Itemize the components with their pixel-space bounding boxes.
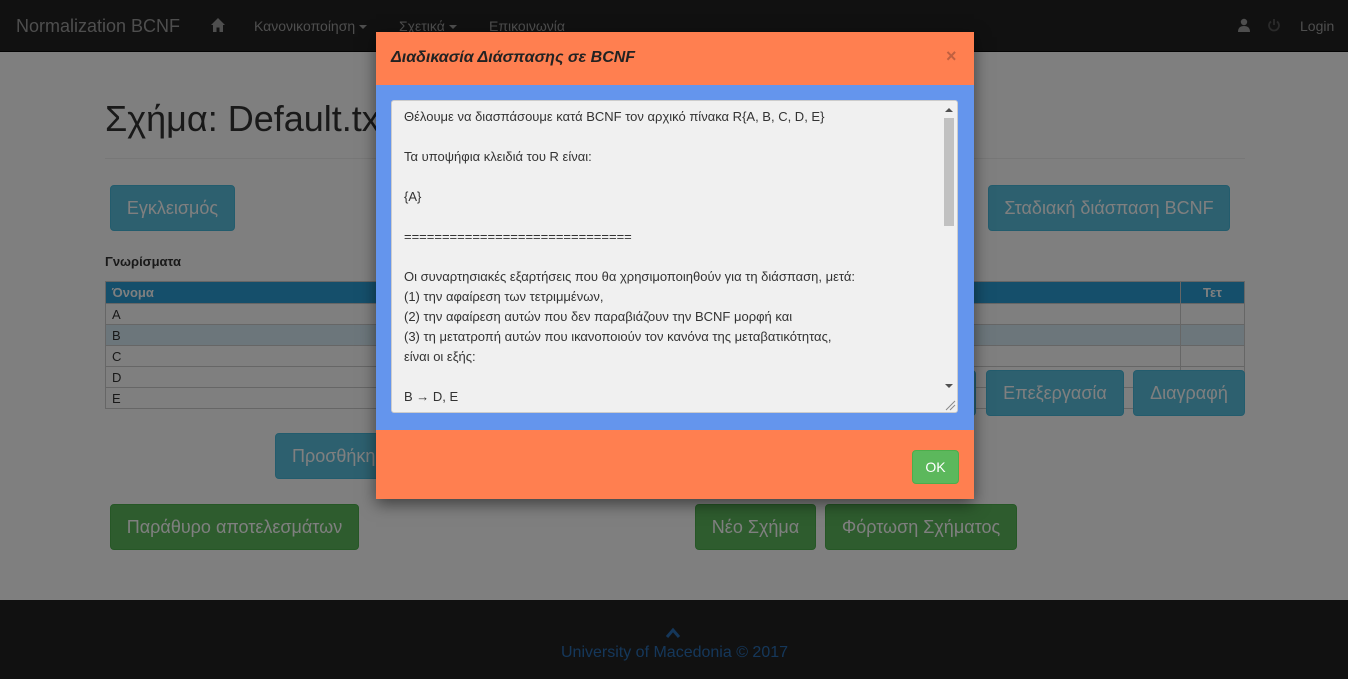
text-line: Τα υποψήφια κλειδιά του R είναι: — [404, 149, 592, 164]
text-line: (3) τη μετατροπή αυτών που ικανοποιούν τ… — [404, 329, 832, 344]
text-line: Θέλουμε να διασπάσουμε κατά BCNF τον αρχ… — [404, 109, 825, 124]
text-line: ============================== — [404, 229, 632, 244]
bcnf-decomposition-modal: Διαδικασία Διάσπασης σε BCNF × Θέλουμε ν… — [376, 32, 974, 499]
text-line — [404, 207, 855, 227]
decomposition-text: Θέλουμε να διασπάσουμε κατά BCNF τον αρχ… — [404, 107, 855, 407]
text-line: (1) την αφαίρεση των τετριμμένων, — [404, 289, 604, 304]
scrollbar[interactable] — [941, 101, 957, 412]
resize-grip-icon[interactable] — [942, 397, 956, 411]
text-line — [404, 367, 855, 387]
close-icon[interactable]: × — [946, 46, 957, 67]
text-line: B → D, E — [404, 389, 459, 404]
text-line: {A} — [404, 189, 422, 204]
text-line: Οι συναρτησιακές εξαρτήσεις που θα χρησι… — [404, 269, 855, 284]
decomposition-textarea[interactable]: Θέλουμε να διασπάσουμε κατά BCNF τον αρχ… — [391, 100, 958, 413]
scroll-down-icon[interactable] — [945, 384, 953, 388]
text-line — [404, 247, 855, 267]
scroll-up-icon[interactable] — [945, 108, 953, 112]
modal-title: Διαδικασία Διάσπασης σε BCNF — [391, 49, 636, 66]
text-line — [404, 127, 855, 147]
modal-body: Θέλουμε να διασπάσουμε κατά BCNF τον αρχ… — [376, 85, 974, 430]
text-line: είναι οι εξής: — [404, 349, 476, 364]
text-line: (2) την αφαίρεση αυτών που δεν παραβιάζο… — [404, 309, 793, 324]
ok-button[interactable]: OK — [912, 450, 959, 484]
scroll-thumb[interactable] — [944, 118, 954, 226]
text-line — [404, 167, 855, 187]
